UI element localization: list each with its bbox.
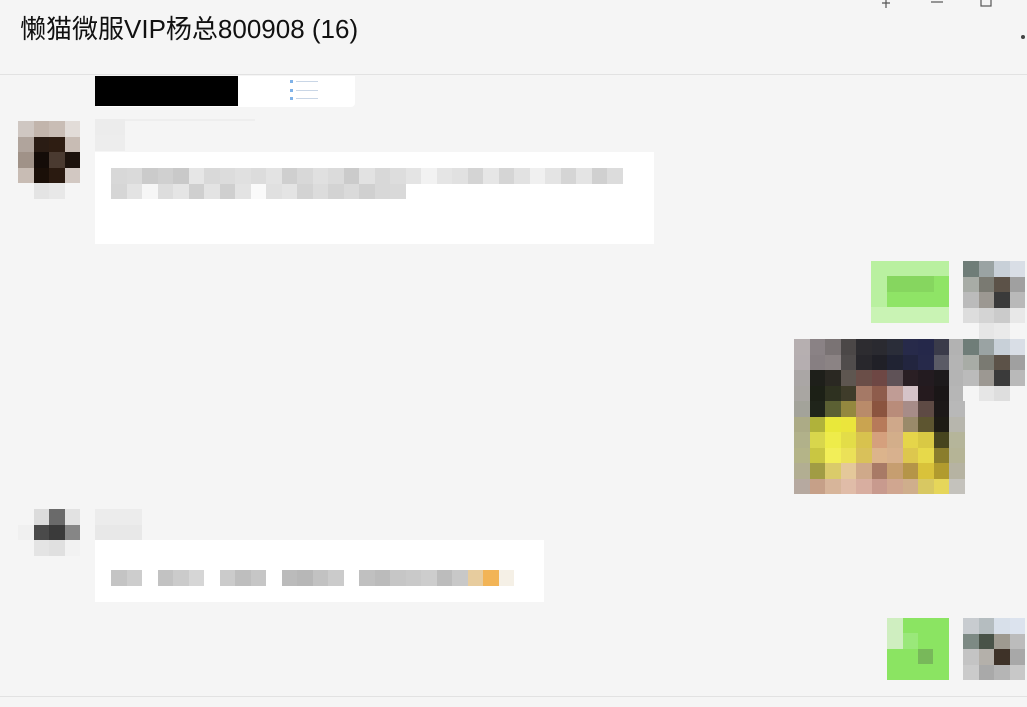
list-bullet — [290, 80, 293, 83]
list-bullet — [290, 89, 293, 92]
blurred-text — [887, 276, 934, 292]
more-icon[interactable] — [1021, 35, 1025, 39]
bubble-edge — [887, 618, 903, 649]
blurred-text — [111, 570, 530, 586]
bubble-edge — [871, 307, 949, 323]
blurred-text — [903, 633, 918, 649]
sender-name — [95, 509, 142, 525]
sender-name — [125, 119, 255, 121]
pin-icon[interactable] — [876, 0, 896, 10]
sender-name — [95, 135, 125, 151]
list-bullet — [290, 97, 293, 100]
blurred-text — [918, 649, 933, 664]
input-divider — [0, 696, 1027, 697]
maximize-icon[interactable] — [976, 0, 996, 10]
chat-title: 懒猫微服VIP杨总800908 (16) — [20, 14, 359, 44]
image-thumbnail[interactable] — [794, 339, 965, 494]
sender-name — [95, 525, 142, 540]
avatar[interactable] — [963, 618, 1025, 680]
minimize-icon[interactable] — [927, 0, 947, 10]
avatar[interactable] — [963, 339, 1025, 401]
blurred-text — [111, 168, 638, 199]
avatar[interactable] — [18, 509, 80, 571]
image-thumbnail[interactable] — [95, 76, 238, 106]
blurred-text — [296, 81, 318, 82]
blurred-text — [296, 98, 318, 99]
avatar[interactable] — [18, 121, 80, 199]
blurred-text — [296, 90, 318, 91]
avatar[interactable] — [963, 261, 1025, 339]
sender-name — [95, 119, 125, 135]
chat-header: 懒猫微服VIP杨总800908 (16) — [0, 0, 1027, 75]
message-list[interactable] — [0, 76, 1027, 696]
